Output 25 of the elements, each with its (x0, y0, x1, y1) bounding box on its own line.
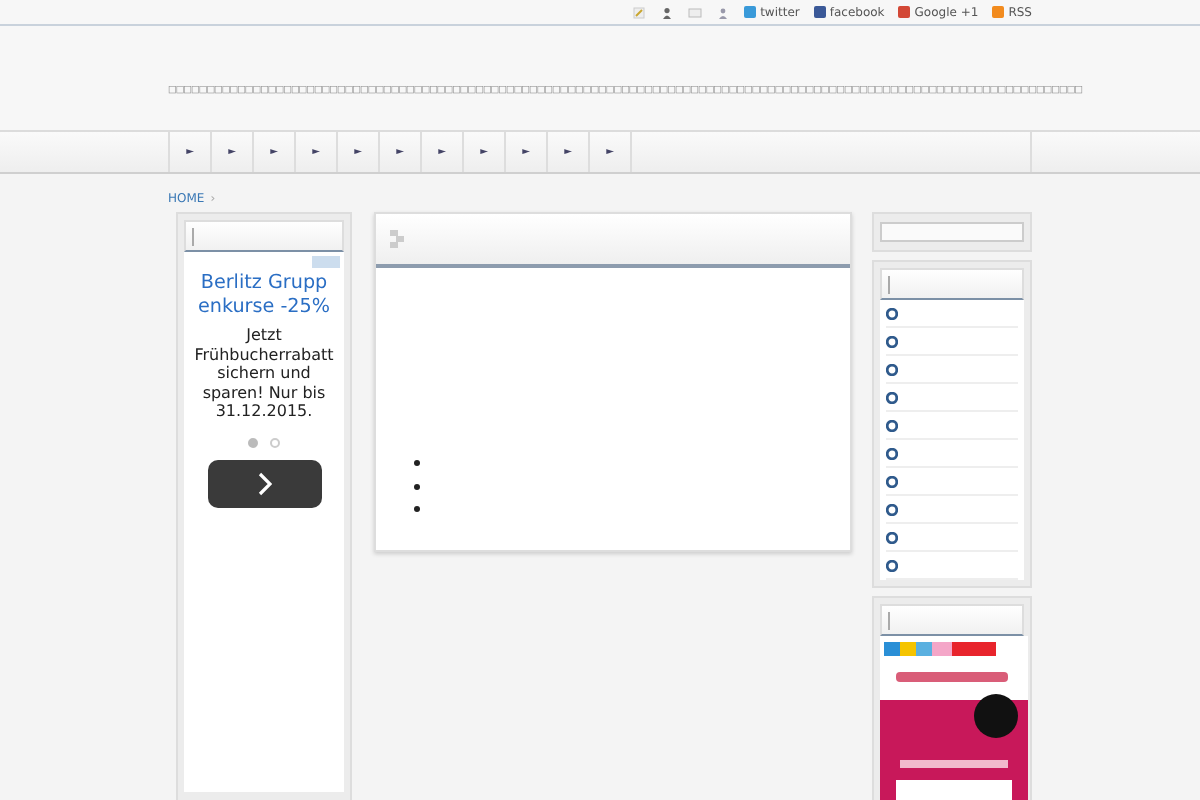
pager-dot[interactable] (270, 437, 280, 447)
bullet-icon[interactable] (886, 391, 898, 403)
bullet-icon[interactable] (886, 335, 898, 347)
chevron-icon (256, 471, 272, 495)
bullet-icon (414, 506, 420, 513)
pager-dot[interactable] (248, 437, 258, 447)
bullet-icon (414, 460, 420, 467)
ad-headline[interactable]: Berlitz Gruppenkurse -25% (196, 272, 332, 320)
bullet-icon[interactable] (886, 307, 898, 319)
bullet-icon[interactable] (886, 475, 898, 487)
bullet-icon (414, 483, 420, 490)
category-icon (390, 229, 406, 249)
ad-text: Jetzt Frühbucherrabatt sichern und sparen! Nur bis 31.12.2015. (192, 326, 336, 421)
bullet-icon[interactable] (886, 503, 898, 515)
widget-header (880, 604, 1024, 636)
widget-header (880, 268, 1024, 300)
bullet-icon[interactable] (886, 531, 898, 543)
search-field[interactable] (880, 222, 1024, 242)
person-icon[interactable] (660, 5, 675, 19)
people-icon[interactable] (716, 5, 731, 19)
bullet-icon[interactable] (886, 447, 898, 459)
next-button[interactable] (207, 459, 321, 507)
bullet-icon[interactable] (886, 419, 898, 431)
bullet-icon[interactable] (886, 363, 898, 375)
bullet-icon[interactable] (886, 559, 898, 571)
